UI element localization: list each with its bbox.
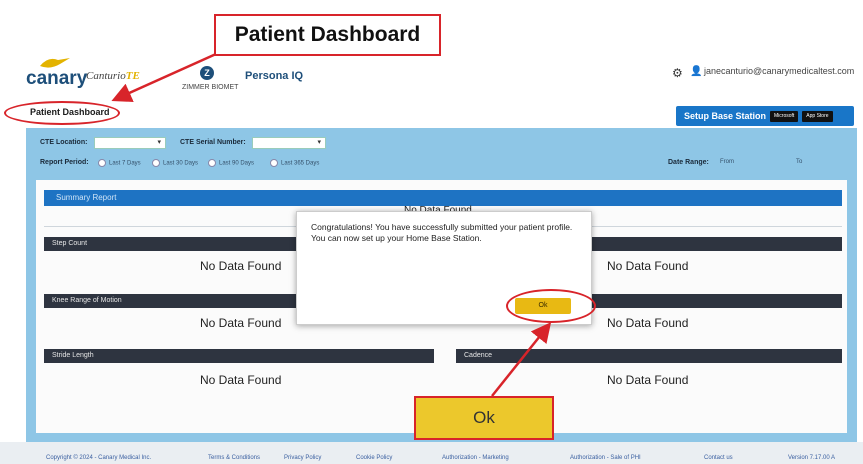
annotation-arrows [111, 52, 552, 397]
callout-ok: Ok [414, 396, 554, 440]
arrow-to-ok [491, 322, 552, 397]
arrow-to-tab [111, 52, 217, 102]
callout-patient-dashboard: Patient Dashboard [214, 14, 441, 56]
